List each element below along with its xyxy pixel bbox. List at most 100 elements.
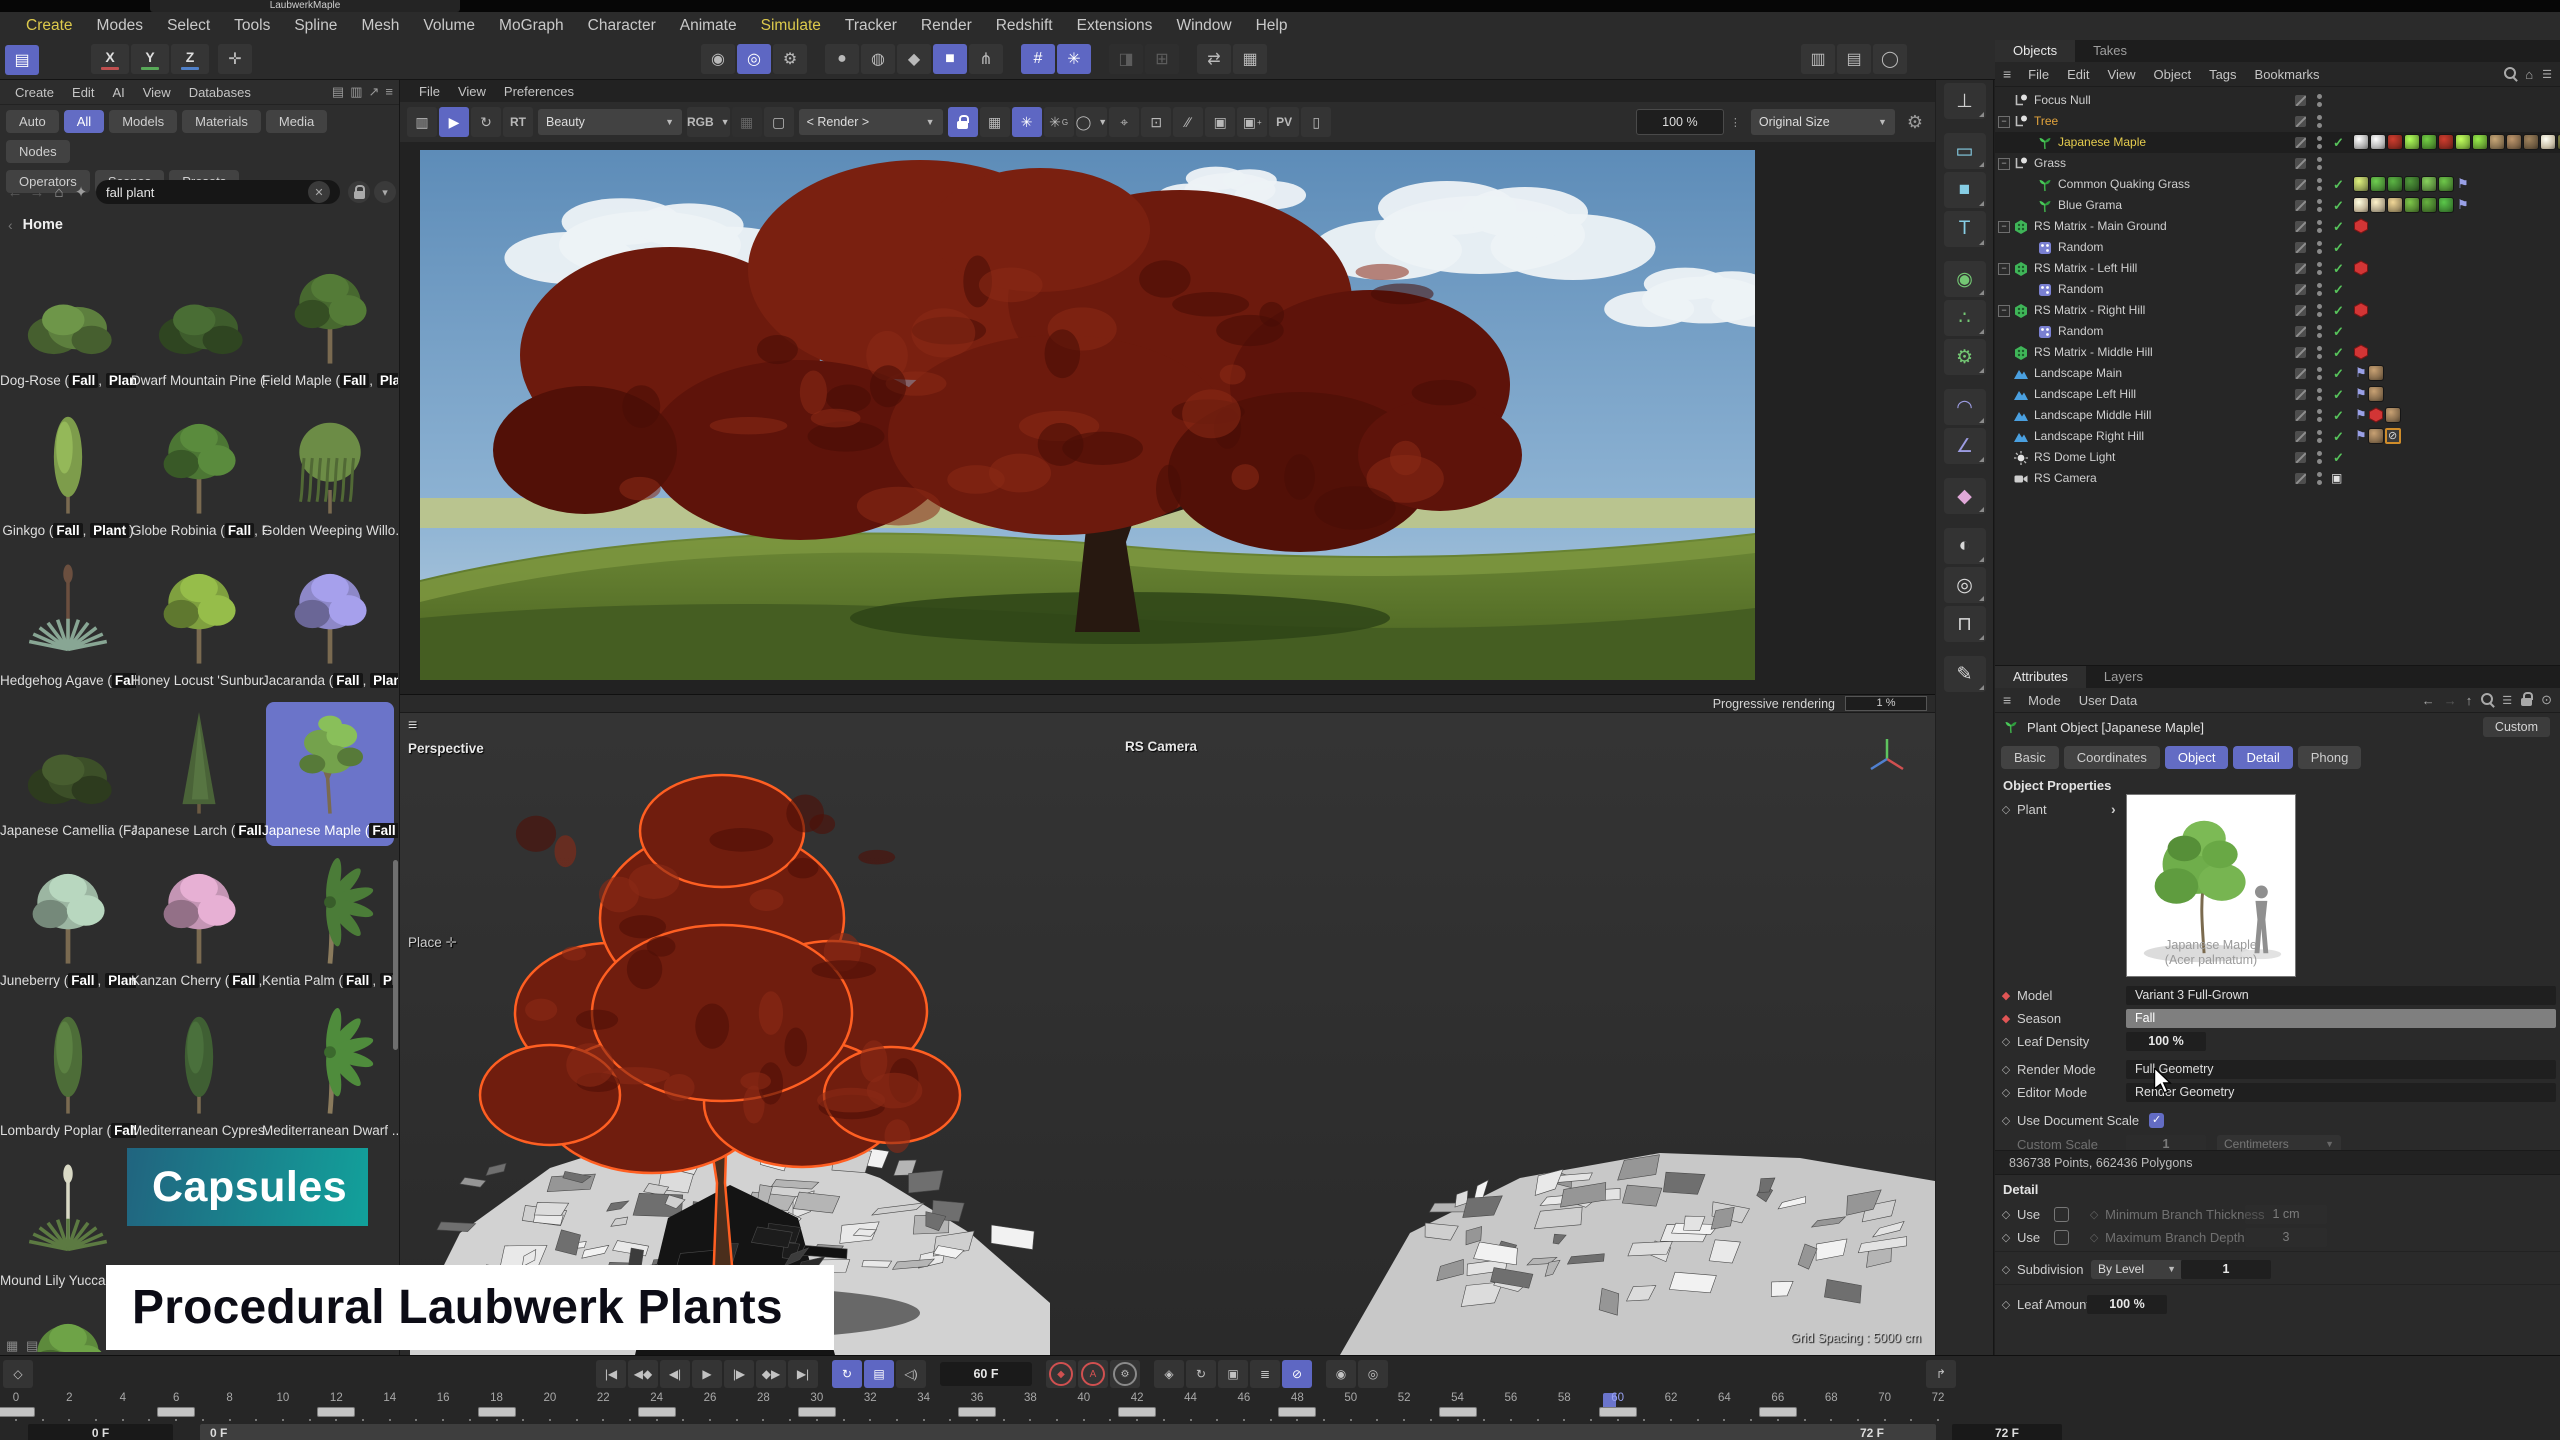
menu-mograph[interactable]: MoGraph xyxy=(487,17,576,35)
render-camera-dropdown[interactable]: < Render >▼ xyxy=(799,109,943,135)
material-swatch[interactable] xyxy=(2370,176,2386,192)
asset-item-dog-rose[interactable]: Dog-Rose (Fall, Plant) xyxy=(4,252,132,396)
null-object-tool[interactable]: ⊥ xyxy=(1944,83,1986,119)
material-swatch[interactable] xyxy=(2353,197,2369,213)
current-frame-field[interactable]: 0 F xyxy=(28,1424,173,1440)
attributes-burger-icon[interactable]: ≡ xyxy=(1995,692,2019,708)
attr-tab-phong[interactable]: Phong xyxy=(2298,746,2362,769)
enabled-check-icon[interactable]: ✓ xyxy=(2333,282,2344,298)
object-name[interactable]: Landscape Main xyxy=(2034,366,2122,380)
visibility-dots[interactable] xyxy=(2317,94,2322,99)
layer-swatch[interactable] xyxy=(2295,200,2306,211)
primitive-cube-tool[interactable]: ■ xyxy=(1944,172,1986,208)
filter-tab-auto[interactable]: Auto xyxy=(6,110,59,133)
text-tool[interactable]: T xyxy=(1944,211,1986,247)
key-rotation-button[interactable]: ↻ xyxy=(1186,1360,1216,1388)
ipr-snapshot-button[interactable]: ▥ xyxy=(407,107,437,137)
camera-tool[interactable]: ◎ xyxy=(1944,567,1986,603)
redshift-material-icon[interactable] xyxy=(2368,407,2384,423)
open-external-icon[interactable]: ↗ xyxy=(369,84,380,99)
object-row-rs-matrix-left-hill[interactable]: −RS Matrix - Left Hill✓ xyxy=(1995,258,2560,279)
asset-item-globe-robinia[interactable]: Globe Robinia (Fall, Pl... xyxy=(135,402,263,546)
material-swatch[interactable] xyxy=(2404,176,2420,192)
object-name[interactable]: Landscape Left Hill xyxy=(2034,387,2136,401)
material-swatch[interactable] xyxy=(2387,134,2403,150)
object-name[interactable]: RS Dome Light xyxy=(2034,450,2115,464)
object-name[interactable]: RS Matrix - Right Hill xyxy=(2034,303,2145,317)
region-zoom-button[interactable]: ⊡ xyxy=(1141,107,1171,137)
history-back-icon[interactable]: ← xyxy=(2422,693,2435,708)
pick-focus-button[interactable]: ⌖ xyxy=(1109,107,1139,137)
keyframe-marker[interactable] xyxy=(1278,1407,1316,1417)
attr-tab-basic[interactable]: Basic xyxy=(2001,746,2059,769)
asset-menu-view[interactable]: View xyxy=(134,85,180,100)
asset-item-mediterranean-cypres[interactable]: Mediterranean Cypres... xyxy=(135,1002,263,1146)
keyframe-marker[interactable] xyxy=(1759,1407,1797,1417)
menu-spline[interactable]: Spline xyxy=(282,17,349,35)
asset-item-kentia-palm[interactable]: Kentia Palm (Fall, Plant) xyxy=(266,852,394,996)
visibility-dots[interactable] xyxy=(2317,451,2322,456)
material-swatch[interactable] xyxy=(2489,134,2505,150)
keyframe-marker[interactable] xyxy=(478,1407,516,1417)
panel-layout-icon[interactable]: ▥ xyxy=(350,84,362,99)
render-menu-view[interactable]: View xyxy=(449,84,495,99)
history-forward-icon[interactable]: → xyxy=(2444,693,2457,708)
keyed-diamond-icon[interactable]: ◆ xyxy=(1995,1012,2017,1025)
asset-item-hedgehog-agave[interactable]: Hedgehog Agave (Fall... xyxy=(4,552,132,696)
object-row-japanese-maple[interactable]: Japanese Maple✓⚑ xyxy=(1995,132,2560,153)
expander-icon[interactable]: − xyxy=(1998,263,2010,275)
visibility-dots[interactable] xyxy=(2317,325,2322,330)
object-name[interactable]: RS Matrix - Left Hill xyxy=(2034,261,2137,275)
asset-item-field-maple[interactable]: Field Maple (Fall, Plant) xyxy=(266,252,394,396)
keyframe-marker[interactable] xyxy=(958,1407,996,1417)
workplane-lock-button[interactable]: ⊞ xyxy=(1145,44,1179,74)
material-swatch[interactable] xyxy=(2421,176,2437,192)
axis-z-button[interactable]: Z xyxy=(171,44,209,74)
sound-toggle-button[interactable]: ◁) xyxy=(896,1360,926,1388)
attr-tab-coordinates[interactable]: Coordinates xyxy=(2064,746,2160,769)
lock-icon[interactable] xyxy=(2521,692,2532,709)
asset-item-jacaranda[interactable]: Jacaranda (Fall, Plant) xyxy=(266,552,394,696)
redshift-material-icon[interactable] xyxy=(2353,302,2369,318)
swap-tool-button[interactable]: ⇄ xyxy=(1197,44,1231,74)
menu-window[interactable]: Window xyxy=(1164,17,1243,35)
visibility-dots[interactable] xyxy=(2317,430,2322,435)
asset-item-lombardy-poplar[interactable]: Lombardy Poplar (Fall... xyxy=(4,1002,132,1146)
snap-grid-button[interactable]: # xyxy=(1021,44,1055,74)
use-document-scale-checkbox[interactable]: ✓ xyxy=(2149,1113,2164,1128)
filter-tab-nodes[interactable]: Nodes xyxy=(6,140,70,163)
freeze-tessellation-button[interactable]: ✳ xyxy=(1012,107,1042,137)
visibility-dots[interactable] xyxy=(2317,178,2322,183)
flag-tag-icon[interactable]: ⚑ xyxy=(2457,176,2469,192)
spline-tool[interactable]: ▭ xyxy=(1944,133,1986,169)
menu-simulate[interactable]: Simulate xyxy=(749,17,833,35)
asset-scrollbar[interactable] xyxy=(393,860,398,1050)
use-max-branch-checkbox[interactable] xyxy=(2054,1230,2069,1245)
breadcrumb-home[interactable]: Home xyxy=(23,217,63,233)
keyed-diamond-icon[interactable]: ◆ xyxy=(1995,989,2017,1002)
chevron-down-icon[interactable]: ▾ xyxy=(374,181,396,203)
aov-dropdown[interactable]: Beauty▼ xyxy=(538,109,682,135)
enabled-check-icon[interactable]: ✓ xyxy=(2333,135,2344,151)
subdivision-surface-tool[interactable]: ◉ xyxy=(1944,261,1986,297)
home-icon[interactable]: ⌂ xyxy=(2525,67,2533,82)
send-to-picture-viewer-button[interactable]: PV xyxy=(1269,107,1299,137)
mode-hierarchy-button[interactable]: ⋔ xyxy=(969,44,1003,74)
solo-hierarchy-button[interactable]: ◎ xyxy=(1358,1360,1388,1388)
zoom-percent-field[interactable]: 100 % xyxy=(1636,109,1724,135)
material-swatch[interactable] xyxy=(2438,176,2454,192)
previous-frame-button[interactable]: ◀| xyxy=(660,1360,690,1388)
solo-object-button[interactable]: ◉ xyxy=(1326,1360,1356,1388)
object-row-random[interactable]: Random✓ xyxy=(1995,237,2560,258)
param-diamond-icon[interactable]: ◇ xyxy=(1995,1086,2017,1099)
editor-mode-dropdown[interactable]: Render Geometry xyxy=(2126,1083,2556,1102)
asset-item-japanese-larch[interactable]: Japanese Larch (Fall, Pl... xyxy=(135,702,263,846)
material-swatch[interactable] xyxy=(2353,176,2369,192)
clear-search-icon[interactable]: ✕ xyxy=(308,181,330,203)
tab-layers[interactable]: Layers xyxy=(2086,666,2161,688)
material-swatch[interactable] xyxy=(2368,386,2384,402)
mode-model-button[interactable]: ■ xyxy=(933,44,967,74)
object-row-blue-grama[interactable]: Blue Grama✓⚑ xyxy=(1995,195,2560,216)
season-value-dropdown[interactable]: Fall xyxy=(2126,1009,2556,1028)
render-settings-button[interactable]: ⚙ xyxy=(773,44,807,74)
